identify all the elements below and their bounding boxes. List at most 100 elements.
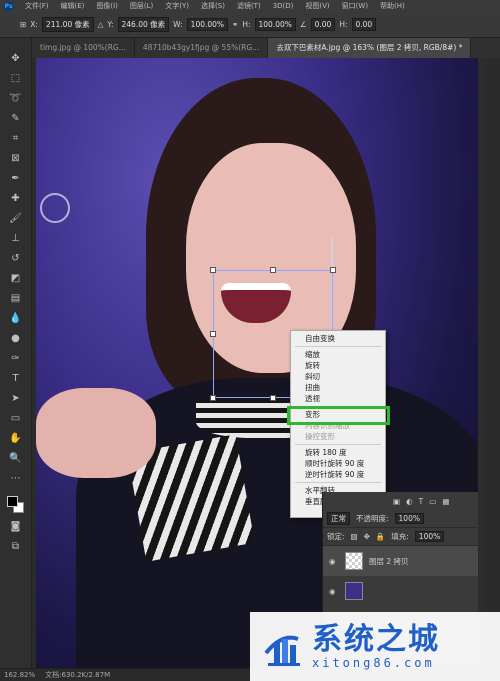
menu-image[interactable]: 图像(I)	[96, 1, 118, 11]
menu-rotate-180[interactable]: 旋转 180 度	[291, 447, 385, 458]
visibility-eye-icon[interactable]: ◉	[329, 587, 339, 596]
hand-tool-icon[interactable]: ✋	[9, 432, 23, 446]
opacity-field[interactable]: 100%	[394, 513, 424, 524]
menu-scale[interactable]: 缩放	[291, 349, 385, 360]
type-tool-icon[interactable]: T	[9, 372, 23, 386]
crop-tool-icon[interactable]: ⌗	[9, 132, 23, 146]
clone-stamp-tool-icon[interactable]: ⊥	[9, 232, 23, 246]
lock-all-icon[interactable]: 🔒	[376, 532, 385, 541]
eraser-tool-icon[interactable]: ◩	[9, 272, 23, 286]
menu-type[interactable]: 文字(Y)	[165, 1, 189, 11]
menu-skew[interactable]: 斜切	[291, 371, 385, 382]
transform-handle-bl[interactable]	[210, 395, 216, 401]
delta-icon[interactable]: △	[98, 20, 104, 29]
menu-puppet-warp: 操控变形	[305, 432, 335, 441]
path-select-tool-icon[interactable]: ➤	[9, 392, 23, 406]
transform-handle-t[interactable]	[270, 267, 276, 273]
layer-thumbnail	[345, 582, 363, 600]
menu-perspective[interactable]: 透视	[291, 393, 385, 404]
watermark-text: 系统之城 xitong86.com	[312, 623, 440, 670]
pixel-filter-icon[interactable]: ▣	[393, 497, 400, 506]
menu-separator	[295, 482, 381, 483]
y-field[interactable]: 246.00 像素	[117, 17, 170, 32]
link-icon[interactable]: ⚭	[232, 20, 238, 29]
zoom-level[interactable]: 162.82%	[4, 671, 35, 679]
menu-layer[interactable]: 图层(L)	[130, 1, 153, 11]
transform-handle-l[interactable]	[210, 331, 216, 337]
menu-free-transform[interactable]: 自由变换	[291, 333, 385, 344]
layer-item[interactable]: ◉	[323, 576, 478, 606]
menu-help[interactable]: 帮助(H)	[380, 1, 405, 11]
blend-mode-select[interactable]: 正常	[327, 512, 350, 525]
h-label: H:	[242, 20, 251, 29]
menu-select[interactable]: 选择(S)	[201, 1, 225, 11]
eyedropper-tool-icon[interactable]: ✒	[9, 172, 23, 186]
transform-handle-tr[interactable]	[330, 267, 336, 273]
menu-view[interactable]: 视图(V)	[305, 1, 329, 11]
menu-edit[interactable]: 编辑(E)	[61, 1, 85, 11]
tab-active-document[interactable]: 去双下巴素材A.jpg @ 163% (图层 2 拷贝, RGB/8#) *	[268, 38, 472, 58]
menu-3d[interactable]: 3D(D)	[273, 2, 294, 10]
zoom-tool-icon[interactable]: 🔍	[9, 452, 23, 466]
lock-row: 锁定: ▨ ✥ 🔒 填充: 100%	[323, 528, 478, 546]
tools-panel: ✥ ⬚ ➰ ✎ ⌗ ⊠ ✒ ✚ 🖌 ⊥ ↺ ◩ ▤ 💧 ● ✑ T ➤ ▭ ✋ …	[0, 38, 32, 668]
rectangle-tool-icon[interactable]: ▭	[9, 412, 23, 426]
visibility-eye-icon[interactable]: ◉	[329, 557, 339, 566]
menu-rotate-90-cw[interactable]: 顺时针旋转 90 度	[291, 458, 385, 469]
hskew-field[interactable]: 0.00	[351, 18, 377, 31]
lock-label: 锁定:	[327, 532, 345, 541]
document-size: 文档:630.2K/2.87M	[45, 671, 111, 679]
reference-point-icon[interactable]: ⊞	[20, 20, 26, 29]
color-swatches[interactable]	[6, 496, 25, 514]
healing-brush-tool-icon[interactable]: ✚	[9, 192, 23, 206]
pen-tool-icon[interactable]: ✑	[9, 352, 23, 366]
dodge-tool-icon[interactable]: ●	[9, 332, 23, 346]
menu-rotate[interactable]: 旋转	[291, 360, 385, 371]
transform-handle-b[interactable]	[270, 395, 276, 401]
fill-field[interactable]: 100%	[414, 531, 445, 542]
frame-tool-icon[interactable]: ⊠	[9, 152, 23, 166]
brush-tool-icon[interactable]: 🖌	[9, 212, 23, 226]
y-label: Y:	[107, 20, 114, 29]
lock-position-icon[interactable]: ✥	[364, 532, 370, 541]
smart-filter-icon[interactable]: ▦	[442, 497, 449, 506]
menu-filter[interactable]: 滤镜(T)	[237, 1, 261, 11]
tab-timg[interactable]: timg.jpg @ 100%(RG...	[32, 38, 135, 58]
marquee-tool-icon[interactable]: ⬚	[9, 72, 23, 86]
menu-file[interactable]: 文件(F)	[25, 1, 49, 11]
layer-name[interactable]: 图层 2 拷贝	[369, 556, 409, 567]
width-field[interactable]: 100.00%	[186, 18, 229, 31]
tab-48710b43[interactable]: 48710b43gy1fjpg @ 55%(RG...	[135, 38, 269, 58]
layer-filter-icons: ▣ ◐ T ▭ ▦	[323, 492, 478, 510]
layer-thumbnail	[345, 552, 363, 570]
blur-tool-icon[interactable]: 💧	[9, 312, 23, 326]
x-label: X:	[30, 20, 38, 29]
menu-bar: Ps 文件(F) 编辑(E) 图像(I) 图层(L) 文字(Y) 选择(S) 滤…	[0, 0, 500, 12]
w-label: W:	[173, 20, 183, 29]
menu-distort[interactable]: 扭曲	[291, 382, 385, 393]
lock-pixels-icon[interactable]: ▨	[351, 532, 358, 541]
transform-handle-tl[interactable]	[210, 267, 216, 273]
vertical-scrollbar[interactable]	[478, 58, 486, 668]
height-field[interactable]: 100.00%	[254, 18, 296, 31]
menu-rotate-90-ccw[interactable]: 逆时针旋转 90 度	[291, 469, 385, 480]
screen-mode-icon[interactable]: ⧉	[9, 540, 23, 554]
history-brush-tool-icon[interactable]: ↺	[9, 252, 23, 266]
angle-field[interactable]: 0.00	[310, 18, 336, 31]
adjust-filter-icon[interactable]: ◐	[406, 497, 413, 506]
lasso-tool-icon[interactable]: ➰	[9, 92, 23, 106]
foreground-color-icon[interactable]	[6, 496, 18, 507]
move-tool-icon[interactable]: ✥	[9, 52, 23, 66]
shape-filter-icon[interactable]: ▭	[429, 497, 436, 506]
more-tools-icon[interactable]: ⋯	[9, 472, 23, 486]
menu-window[interactable]: 窗口(W)	[342, 1, 368, 11]
menu-separator	[295, 346, 381, 347]
quick-select-tool-icon[interactable]: ✎	[9, 112, 23, 126]
gradient-tool-icon[interactable]: ▤	[9, 292, 23, 306]
quick-mask-icon[interactable]: ◙	[9, 520, 23, 534]
warp-highlight-box	[287, 406, 390, 425]
watermark-logo-icon	[264, 635, 300, 666]
x-field[interactable]: 211.00 像素	[41, 17, 94, 32]
layer-item-active[interactable]: ◉ 图层 2 拷贝	[323, 546, 478, 576]
type-filter-icon[interactable]: T	[419, 497, 424, 506]
